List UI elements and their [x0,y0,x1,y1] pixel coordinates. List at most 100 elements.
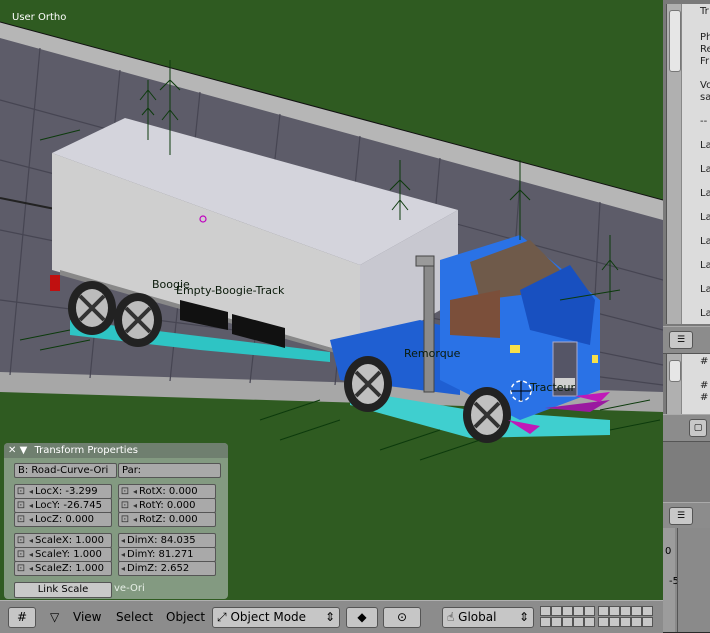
roty-field[interactable]: ⊡ ◂ RotY: 0.000 [118,498,216,513]
layer-button[interactable] [562,617,573,627]
menu-object[interactable]: Object [166,607,205,627]
pivot-icon: ⊙ [396,610,408,624]
transform-panel-title: Transform Properties [34,445,138,456]
text-line: -- [700,116,708,127]
menu-collapse-triangle-icon[interactable]: ▽ [50,607,59,627]
collapse-triangle-icon[interactable]: ▼ [20,445,28,456]
layer-button[interactable] [598,606,609,616]
scalex-field[interactable]: ⊡ ◂ ScaleX: 1.000 [14,533,112,548]
locx-field[interactable]: ⊡ ◂ LocX: -3.299 [14,484,112,499]
rotx-field[interactable]: ⊡ ◂ RotX: 0.000 [118,484,216,499]
dimz-field[interactable]: ◂ DimZ: 2.652 [118,561,216,576]
right-pane: Tr Ph Re Fr Vo sa -- La La La La La La L… [663,0,710,600]
graph-editor[interactable]: 0 -5 [663,528,710,632]
scrollbar-thumb[interactable] [669,10,681,72]
layer-button[interactable] [642,617,653,627]
arrow-left-icon[interactable]: ◂ [27,513,35,526]
scalez-field[interactable]: ⊡ ◂ ScaleZ: 1.000 [14,561,112,576]
layer-button[interactable] [584,617,595,627]
scrollbar-thumb-2[interactable] [669,360,681,382]
arrow-left-icon[interactable]: ◂ [119,562,127,575]
close-icon[interactable]: ✕ [8,445,16,456]
lock-icon[interactable]: ⊡ [119,485,131,498]
layer-button[interactable] [551,617,562,627]
text-line: La [700,164,710,175]
text-line: La [700,260,710,271]
layer-button[interactable] [609,606,620,616]
layer-button[interactable] [573,617,584,627]
arrow-left-icon[interactable]: ◂ [131,513,139,526]
lock-icon[interactable]: ⊡ [119,499,131,512]
lock-icon[interactable]: ⊡ [119,513,131,526]
lock-icon[interactable]: ⊡ [15,534,27,547]
axis-line [677,528,678,632]
arrow-left-icon[interactable]: ◂ [27,499,35,512]
menu-select[interactable]: Select [116,607,153,627]
layer-button[interactable] [642,606,653,616]
locy-field[interactable]: ⊡ ◂ LocY: -26.745 [14,498,112,513]
dropdown-arrows-icon: ⇕ [324,610,335,624]
text-line: Fr [700,56,710,67]
editor-type-grid-icon[interactable]: # [8,607,36,628]
layer-button[interactable] [551,606,562,616]
layer-button[interactable] [631,606,642,616]
cube-icon: ◆ [357,610,367,624]
text-line: # [700,392,709,403]
layer-button[interactable] [598,617,609,627]
text-line: # [700,356,709,367]
layer-button[interactable] [584,606,595,616]
3d-viewport[interactable]: User Ortho Boogie Empty-Boogie-Track Rem… [0,0,663,600]
transform-panel-header: ✕ ▼ Transform Properties [4,443,228,458]
layer-button[interactable] [562,606,573,616]
viewport-label: User Ortho [12,12,67,23]
draw-type-selector[interactable]: ◆ [346,607,378,628]
text-line: La [700,212,710,223]
pivot-selector[interactable]: ⊙ [383,607,421,628]
dimy-field[interactable]: ◂ DimY: 81.271 [118,547,216,562]
menu-view[interactable]: View [73,607,101,627]
editor-type-icon-2[interactable]: ☰ [669,507,693,525]
layer-button[interactable] [540,606,551,616]
text-editor-top[interactable]: Tr Ph Re Fr Vo sa -- La La La La La La L… [666,4,710,324]
link-scale-button[interactable]: Link Scale [14,582,112,598]
text-editor-header-2: ▢ [663,414,710,442]
lock-icon[interactable]: ⊡ [15,548,27,561]
dimx-field[interactable]: ◂ DimX: 84.035 [118,533,216,548]
layer-button[interactable] [620,606,631,616]
parent-field[interactable]: Par: [118,463,221,478]
lock-icon[interactable]: ⊡ [15,485,27,498]
lock-icon[interactable]: ⊡ [15,562,27,575]
lock-icon[interactable]: ⊡ [15,499,27,512]
arrow-left-icon[interactable]: ◂ [131,499,139,512]
scaley-field[interactable]: ⊡ ◂ ScaleY: 1.000 [14,547,112,562]
text-line: Ph [700,32,710,43]
arrow-left-icon[interactable]: ◂ [27,534,35,547]
layer-button[interactable] [631,617,642,627]
arrow-left-icon[interactable]: ◂ [27,548,35,561]
locz-field[interactable]: ⊡ ◂ LocZ: 0.000 [14,512,112,527]
object-name-overlay-text: ve-Ori [114,583,145,594]
arrow-left-icon[interactable]: ◂ [119,534,127,547]
transform-properties-panel: ✕ ▼ Transform Properties B: Road-Curve-O… [4,443,228,599]
layer-button[interactable] [573,606,584,616]
lock-icon[interactable]: ⊡ [15,513,27,526]
axis-label: 0 [665,546,672,557]
arrow-left-icon[interactable]: ◂ [131,485,139,498]
object-name-field[interactable]: B: Road-Curve-Ori [14,463,117,478]
text-line: La [700,284,710,295]
hand-icon: ☝ [447,610,455,624]
arrow-left-icon[interactable]: ◂ [27,485,35,498]
layer-button[interactable] [540,617,551,627]
layer-button[interactable] [609,617,620,627]
arrow-left-icon[interactable]: ◂ [27,562,35,575]
window-icon[interactable]: ▢ [689,419,707,437]
mode-selector[interactable]: ⤢ Object Mode ⇕ [212,607,340,628]
transform-orientation-selector[interactable]: ☝ Global ⇕ [442,607,534,628]
viewport-header: # ▽ View Select Object ⤢ Object Mode ⇕ ◆… [0,600,663,633]
arrow-left-icon[interactable]: ◂ [119,548,127,561]
text-line: Vo [700,80,710,91]
layer-button[interactable] [620,617,631,627]
rotz-field[interactable]: ⊡ ◂ RotZ: 0.000 [118,512,216,527]
text-scrollbar[interactable] [667,4,682,324]
editor-type-icon[interactable]: ☰ [669,331,693,349]
